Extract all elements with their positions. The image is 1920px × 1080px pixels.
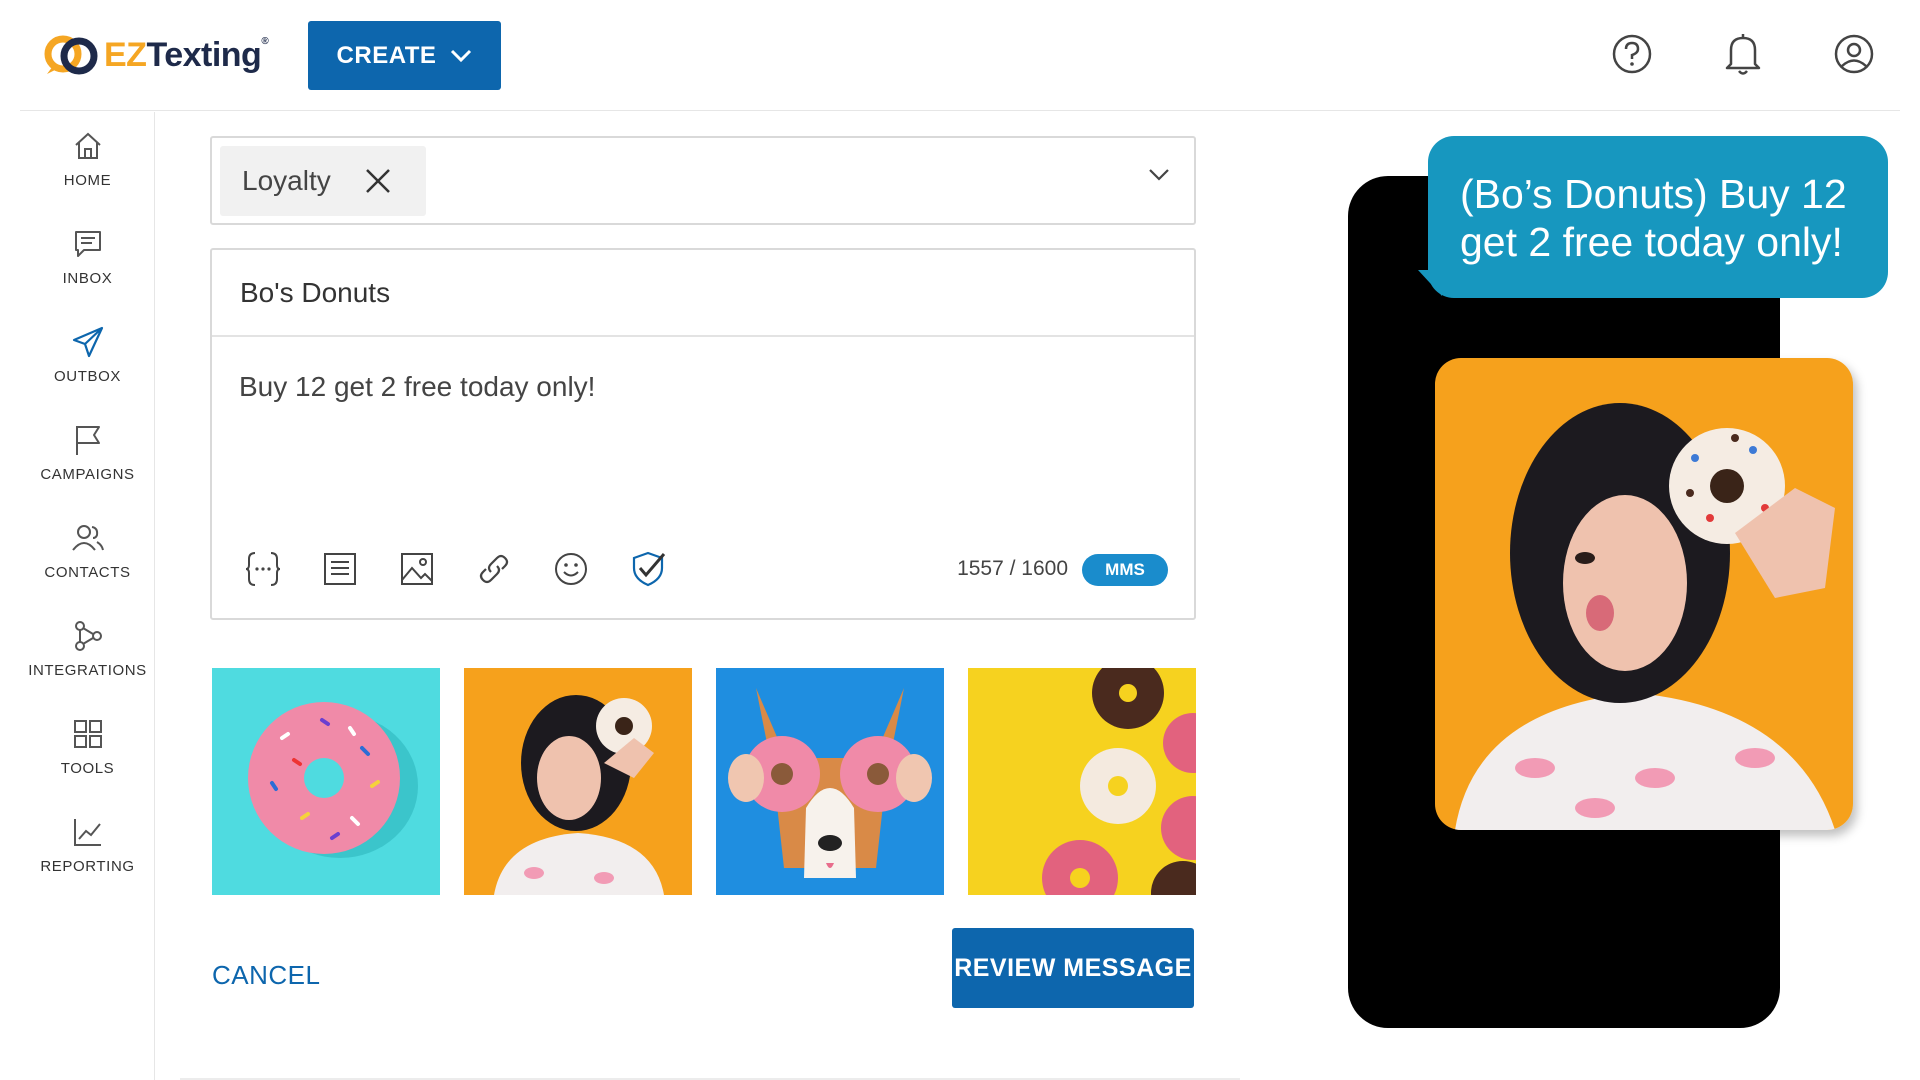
sidebar-item-integrations[interactable]: INTEGRATIONS (20, 618, 155, 708)
image-icon[interactable] (396, 548, 438, 590)
compliance-check-icon[interactable] (627, 548, 669, 590)
composer-toolbar (242, 548, 669, 590)
message-body-field[interactable]: Buy 12 get 2 free today only! (212, 337, 1194, 403)
character-counter: 1557 / 1600 (957, 557, 1068, 580)
merge-field-icon[interactable] (242, 548, 284, 590)
logo-mark-icon (44, 35, 98, 75)
chart-icon (70, 814, 106, 850)
ez-texting-logo[interactable]: EZTexting® (42, 30, 269, 80)
sidebar-item-contacts[interactable]: CONTACTS (20, 520, 155, 610)
home-icon (70, 128, 106, 164)
list-select-field[interactable]: Loyalty (210, 136, 1196, 225)
chevron-down-icon[interactable] (1148, 168, 1170, 182)
chevron-down-icon (451, 49, 472, 62)
sidebar-item-inbox[interactable]: INBOX (20, 226, 155, 316)
inbox-icon (70, 226, 106, 262)
link-icon[interactable] (473, 548, 515, 590)
message-preview-bubble: (Bo’s Donuts) Buy 12 get 2 free today on… (1428, 136, 1888, 298)
ez-texting-app: EZTexting® CREATE HOME INBOX OUTBOX CAMP… (0, 0, 1920, 1080)
bubble-line-2: get 2 free today only! (1460, 219, 1843, 265)
help-icon[interactable] (1608, 30, 1656, 78)
donuts-yellow-image[interactable] (968, 668, 1196, 895)
message-composer: Bo's Donuts Buy 12 get 2 free today only… (210, 248, 1196, 620)
flag-icon (70, 422, 106, 458)
top-bar: EZTexting® CREATE (20, 0, 1900, 111)
send-icon (70, 324, 106, 360)
pink-donut-image[interactable] (212, 668, 440, 895)
logo-wordmark: EZTexting® (104, 35, 269, 74)
sidebar: HOME INBOX OUTBOX CAMPAIGNS CONTACTS INT… (20, 112, 155, 1080)
sidebar-item-reporting[interactable]: REPORTING (20, 814, 155, 904)
emoji-icon[interactable] (550, 548, 592, 590)
contacts-icon (70, 520, 106, 556)
tag-chip-loyalty: Loyalty (220, 146, 426, 216)
close-icon[interactable] (365, 168, 391, 194)
review-message-button[interactable]: REVIEW MESSAGE (952, 928, 1194, 1008)
create-button[interactable]: CREATE (308, 21, 501, 90)
create-label: CREATE (336, 41, 437, 69)
bubble-line-1: (Bo’s Donuts) Buy 12 (1460, 171, 1847, 217)
sidebar-item-campaigns[interactable]: CAMPAIGNS (20, 422, 155, 512)
from-name-field[interactable]: Bo's Donuts (212, 250, 1194, 337)
user-icon[interactable] (1830, 30, 1878, 78)
preview-image (1435, 358, 1853, 830)
integrations-icon (70, 618, 106, 654)
cancel-button[interactable]: CANCEL (212, 960, 320, 991)
message-type-badge: MMS (1082, 554, 1168, 586)
woman-donut-image[interactable] (464, 668, 692, 895)
bell-icon[interactable] (1719, 30, 1767, 78)
tag-label: Loyalty (242, 165, 331, 196)
tools-grid-icon (70, 716, 106, 752)
template-icon[interactable] (319, 548, 361, 590)
sidebar-item-outbox[interactable]: OUTBOX (20, 324, 155, 414)
sidebar-item-tools[interactable]: TOOLS (20, 716, 155, 806)
dog-donut-glasses-image[interactable] (716, 668, 944, 895)
sidebar-item-home[interactable]: HOME (20, 128, 155, 218)
image-gallery (212, 668, 1196, 895)
